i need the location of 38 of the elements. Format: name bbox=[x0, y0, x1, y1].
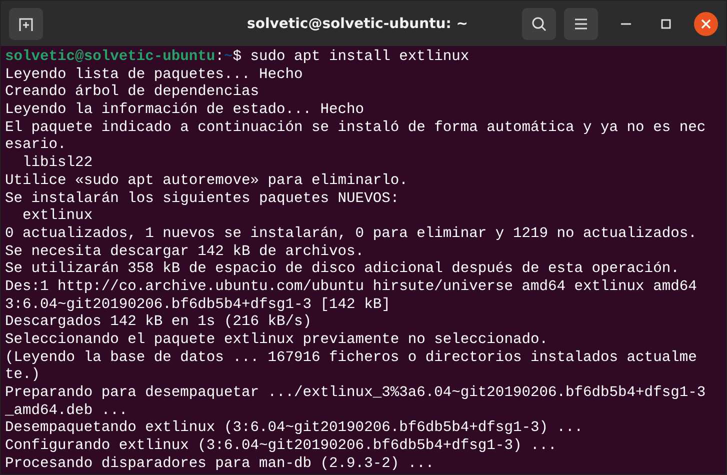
search-button[interactable] bbox=[522, 8, 556, 40]
output-line: Utilice «sudo apt autoremove» para eliminarlo. bbox=[5, 172, 409, 190]
close-icon bbox=[701, 18, 711, 28]
output-line: _amd64.deb ... bbox=[5, 402, 129, 420]
new-tab-icon bbox=[18, 16, 34, 32]
command-text: $ sudo apt install extlinux bbox=[232, 49, 470, 65]
maximize-icon bbox=[661, 18, 671, 28]
output-line: El paquete indicado a continuación se instaló de forma automática y ya no es nec bbox=[5, 120, 707, 137]
output-line: 0 actualizados, 1 nuevos se instalarán, 0 para eliminar y 1219 no actualizados. bbox=[5, 226, 698, 244]
menu-button[interactable] bbox=[564, 8, 598, 40]
prompt-user-host: solvetic@solvetic-ubuntu bbox=[5, 49, 216, 65]
output-line: (Leyendo la base de datos ... 167916 ficheros o directorios instalados actualme bbox=[5, 350, 698, 367]
output-line: esario. bbox=[5, 137, 68, 155]
output-line: Procesando disparadores para man-db (2.9.3-2) ... bbox=[5, 456, 436, 474]
output-line: Des:1 http://co.archive.ubuntu.com/ubuntu hirsute/universe amd64 extlinux amd64 bbox=[5, 278, 698, 297]
output-line: Seleccionando el paquete extlinux previamente no seleccionado. bbox=[5, 332, 549, 350]
prompt-path: ~ bbox=[224, 49, 233, 65]
output-line: 3:6.04~git20190206.bf6db5b4+dfsg1-3 [142 kB] bbox=[5, 296, 392, 314]
output-line: extlinux bbox=[22, 208, 94, 226]
output-line: Leyendo la información de estado... Hecho bbox=[5, 102, 366, 120]
output-line: Descargados 142 kB en 1s (216 kB/s) bbox=[5, 314, 313, 332]
window-title: solvetic@solvetic-ubuntu: ~ bbox=[246, 16, 469, 32]
menu-icon bbox=[574, 18, 588, 30]
output-line: Se utilizarán 358 kB de espacio de disco adicional después de esta operación. bbox=[5, 261, 680, 279]
prompt-separator: : bbox=[215, 49, 224, 65]
output-line: Configurando extlinux (3:6.04~git20190206.bf6db5b4+dfsg1-3) ... bbox=[5, 438, 558, 456]
minimize-icon bbox=[621, 22, 631, 24]
output-line: Creando árbol de dependencias bbox=[5, 84, 260, 102]
output-line: Preparando para desempaquetar .../extlinux_3%3a6.04~git20190206.bf6db5b4+dfsg1-3 bbox=[5, 385, 707, 403]
output-line: Desempaquetando extlinux (3:6.04~git20190206.bf6db5b4+dfsg1-3) ... bbox=[5, 420, 584, 438]
output-line: Leyendo lista de paquetes... Hecho bbox=[5, 66, 304, 84]
output-line: libisl22 bbox=[22, 155, 94, 173]
new-tab-button[interactable] bbox=[9, 8, 43, 40]
output-line: Se instalarán los siguientes paquetes NUEVOS: bbox=[5, 190, 400, 208]
close-button[interactable] bbox=[694, 12, 718, 36]
output-line: Se necesita descargar 142 kB de archivos. bbox=[5, 244, 366, 261]
search-icon bbox=[531, 16, 547, 32]
output-line: te.) bbox=[5, 367, 42, 385]
